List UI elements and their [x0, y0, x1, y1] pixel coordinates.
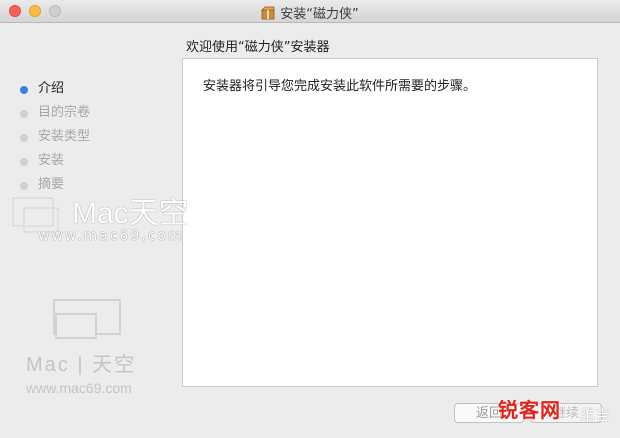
step-label: 介绍: [38, 81, 65, 96]
package-icon: [261, 6, 275, 24]
watermark-brand: Mac | 天空: [26, 354, 137, 376]
watermark-top: Mac天空 www.mac69.com: [10, 194, 189, 244]
watermark-url: www.mac69.com: [38, 228, 184, 244]
corner-watermark-suffix: 维吉: [580, 406, 611, 424]
watermark-brand: Mac天空: [72, 197, 189, 230]
step-indicator-icon: [20, 110, 28, 118]
step-label: 安装: [38, 153, 65, 168]
step-label: 安装类型: [38, 129, 91, 144]
step-label: 摘要: [38, 177, 65, 192]
corner-watermark: 锐客网: [498, 398, 561, 422]
content-panel: 安装器将引导您完成安装此软件所需要的步骤。: [182, 58, 598, 387]
intro-text: 安装器将引导您完成安装此软件所需要的步骤。: [203, 79, 477, 94]
installer-steps: 介绍 目的宗卷 安装类型 安装 摘要: [18, 80, 90, 200]
window-title-group: 安装“磁力侠”: [0, 3, 620, 24]
step-label: 目的宗卷: [38, 105, 91, 120]
watermark-bottom: Mac | 天空 www.mac69.com: [20, 298, 134, 396]
step-indicator-active-icon: [20, 86, 28, 94]
step-indicator-icon: [20, 158, 28, 166]
step-indicator-icon: [20, 182, 28, 190]
step-destination: 目的宗卷: [18, 104, 90, 128]
window-title: 安装“磁力侠”: [280, 7, 359, 22]
step-installation: 安装: [18, 152, 90, 176]
title-bar: 安装“磁力侠”: [0, 0, 620, 23]
page-title: 欢迎使用“磁力侠”安装器: [186, 40, 330, 55]
watermark-url: www.mac69.com: [26, 380, 132, 396]
step-indicator-icon: [20, 134, 28, 142]
step-install-type: 安装类型: [18, 128, 90, 152]
step-introduction: 介绍: [18, 80, 90, 104]
